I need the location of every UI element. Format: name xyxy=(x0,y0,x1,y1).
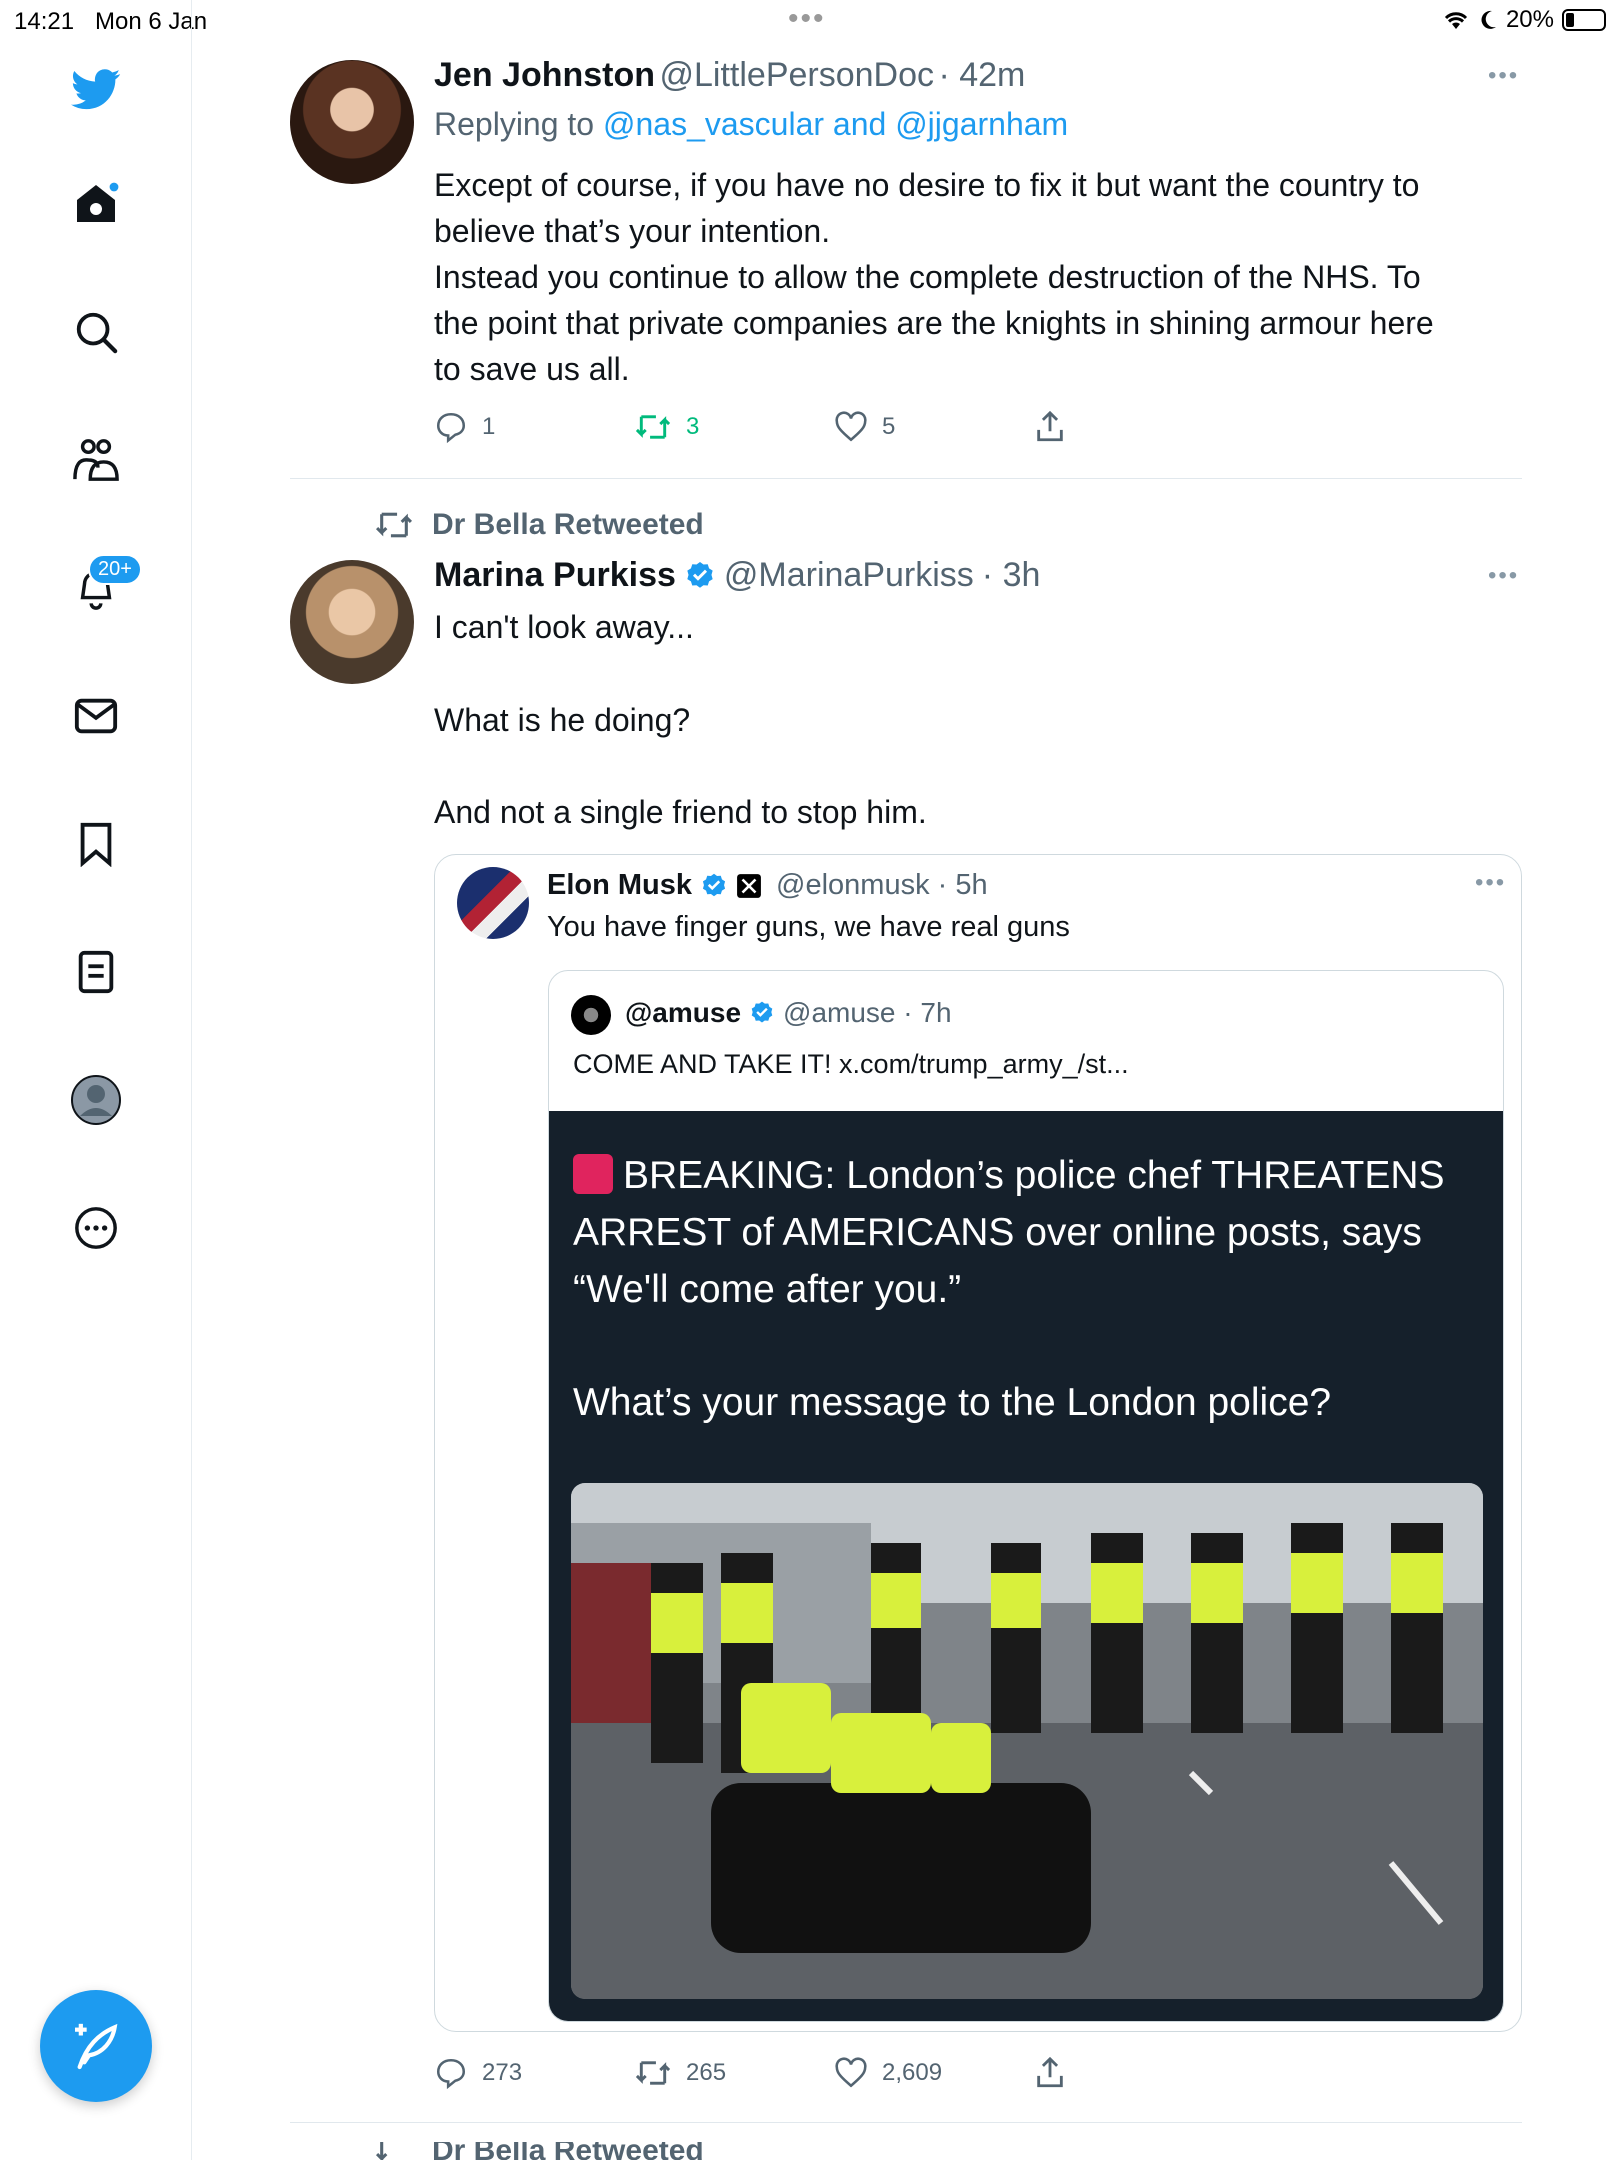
notification-badge: 20+ xyxy=(88,554,142,585)
media-image[interactable]: BREAKING: London’s police chef THREATENS… xyxy=(549,1111,1503,2021)
verified-badge-icon xyxy=(751,1001,773,1023)
avatar[interactable] xyxy=(290,60,414,184)
communities-icon[interactable] xyxy=(70,434,122,486)
tweet-text-line: And not a single friend to stop him. xyxy=(434,794,927,830)
tweet-text-line: What is he doing? xyxy=(434,702,691,738)
profile-icon[interactable] xyxy=(70,1074,122,1126)
avatar[interactable] xyxy=(571,995,611,1035)
reply-button[interactable]: 273 xyxy=(434,2056,634,2090)
messages-icon[interactable] xyxy=(70,690,122,742)
battery-percent: 20% xyxy=(1505,6,1554,33)
retweet-icon xyxy=(635,415,671,439)
reply-button[interactable]: 1 xyxy=(434,410,634,444)
retweeted-by[interactable]: Dr Bella Retweeted xyxy=(432,508,704,542)
headline-line: ARREST of AMERICANS over online posts, s… xyxy=(573,1211,1422,1254)
like-count: 2,609 xyxy=(882,2059,943,2086)
media-caption: BREAKING: London’s police chef THREATENS… xyxy=(573,1147,1483,1431)
compose-quill-icon xyxy=(75,2023,118,2070)
tweet-divider xyxy=(290,478,1522,479)
inner-quoted-text[interactable]: COME AND TAKE IT! x.com/trump_army_/st..… xyxy=(573,1049,1129,1080)
heart-icon xyxy=(835,2057,867,2088)
next-retweeted-by[interactable]: Dr Bella Retweeted xyxy=(432,2142,704,2160)
headline-line: BREAKING: London’s police chef THREATENS xyxy=(573,1147,1483,1204)
sidebar: 20+ xyxy=(0,0,192,2160)
retweet-count: 3 xyxy=(686,413,700,440)
author-name[interactable]: Jen Johnston xyxy=(434,56,655,94)
question-line: What’s your message to the London police… xyxy=(573,1381,1332,1424)
replying-to-link[interactable]: @nas_vascular and @jjgarnham xyxy=(603,106,1068,142)
headline-line: “We'll come after you.” xyxy=(573,1268,962,1311)
police-photo xyxy=(571,1483,1483,1999)
inner-quoted-header: @amuse @amuse · 7h xyxy=(625,997,952,1029)
retweet-context: Dr Bella Retweeted xyxy=(374,508,704,542)
inner-author-name[interactable]: @amuse xyxy=(625,997,741,1029)
reply-icon xyxy=(436,412,466,444)
like-button[interactable]: 2,609 xyxy=(834,2057,1034,2089)
share-icon xyxy=(1037,410,1063,442)
reply-count: 273 xyxy=(482,2059,523,2086)
inner-author-handle[interactable]: @amuse · 7h xyxy=(783,997,952,1029)
quoted-author-handle[interactable]: @elonmusk · 5h xyxy=(776,869,988,902)
battery-icon xyxy=(1562,9,1606,31)
home-icon[interactable] xyxy=(70,178,122,230)
retweet-count: 265 xyxy=(686,2059,727,2086)
tweet-text-line: I can't look away... xyxy=(434,609,694,645)
retweet-button[interactable]: 265 xyxy=(634,2058,834,2088)
tweet-header: Marina Purkiss @MarinaPurkiss · 3h xyxy=(434,556,1040,595)
retweet-icon xyxy=(375,2142,388,2160)
twitter-logo-icon[interactable] xyxy=(70,64,122,116)
quoted-more-icon[interactable]: ••• xyxy=(1475,869,1506,897)
tweet-time: · 3h xyxy=(981,556,1041,594)
compose-tweet-button[interactable] xyxy=(40,1990,152,2102)
tweet-more-icon[interactable]: ••• xyxy=(1488,562,1519,590)
author-handle[interactable]: @MarinaPurkiss xyxy=(724,556,974,595)
quoted-text: You have finger guns, we have real guns xyxy=(547,911,1070,943)
share-button[interactable] xyxy=(1034,410,1066,444)
lists-icon[interactable] xyxy=(70,946,122,998)
like-button[interactable]: 5 xyxy=(834,411,1034,443)
quoted-author-name[interactable]: Elon Musk xyxy=(547,869,692,902)
siren-emoji-icon xyxy=(573,1154,613,1194)
status-right: 20% xyxy=(1442,6,1606,34)
author-handle[interactable]: @LittlePersonDoc xyxy=(659,56,934,94)
author-name[interactable]: Marina Purkiss xyxy=(434,556,676,595)
next-retweet-context: Dr Bella Retweeted xyxy=(374,2142,704,2160)
status-bar: 14:21 Mon 6 Jan ••• 20% xyxy=(0,0,1620,40)
search-icon[interactable] xyxy=(70,306,122,358)
reply-count: 1 xyxy=(482,413,496,440)
verified-badge-icon xyxy=(702,873,726,896)
tweet-text: Except of course, if you have no desire … xyxy=(434,167,1434,387)
tweet-divider xyxy=(290,2122,1522,2123)
moon-icon xyxy=(1481,10,1496,29)
inner-quoted-tweet[interactable]: @amuse @amuse · 7h COME AND TAKE IT! x.c… xyxy=(548,970,1504,2022)
like-count: 5 xyxy=(882,413,896,440)
verified-badge-icon xyxy=(687,561,713,588)
more-icon[interactable] xyxy=(70,1202,122,1254)
quoted-header: Elon Musk @elonmusk · 5h xyxy=(547,869,988,902)
x-affiliate-icon xyxy=(737,873,761,898)
reply-icon xyxy=(436,2058,466,2090)
share-button[interactable] xyxy=(1034,2056,1066,2090)
multitasking-dots-icon[interactable]: ••• xyxy=(788,2,826,36)
avatar[interactable] xyxy=(290,560,414,684)
heart-icon xyxy=(835,411,867,442)
wifi-icon xyxy=(1444,12,1468,29)
share-icon xyxy=(1037,2056,1063,2088)
replying-to: Replying to @nas_vascular and @jjgarnham xyxy=(434,106,1069,142)
retweet-icon xyxy=(375,512,413,538)
tweet-actions: 1 3 5 xyxy=(434,410,1134,444)
tweet-header: Jen Johnston @LittlePersonDoc · 42m xyxy=(434,56,1025,95)
tweet-more-icon[interactable]: ••• xyxy=(1488,62,1519,90)
retweet-button[interactable]: 3 xyxy=(634,412,834,442)
avatar[interactable] xyxy=(457,867,529,939)
bookmarks-icon[interactable] xyxy=(70,818,122,870)
tweet-time: · 42m xyxy=(938,56,1026,94)
retweet-icon xyxy=(635,2061,671,2085)
tweet-actions: 273 265 2,609 xyxy=(434,2056,1134,2090)
